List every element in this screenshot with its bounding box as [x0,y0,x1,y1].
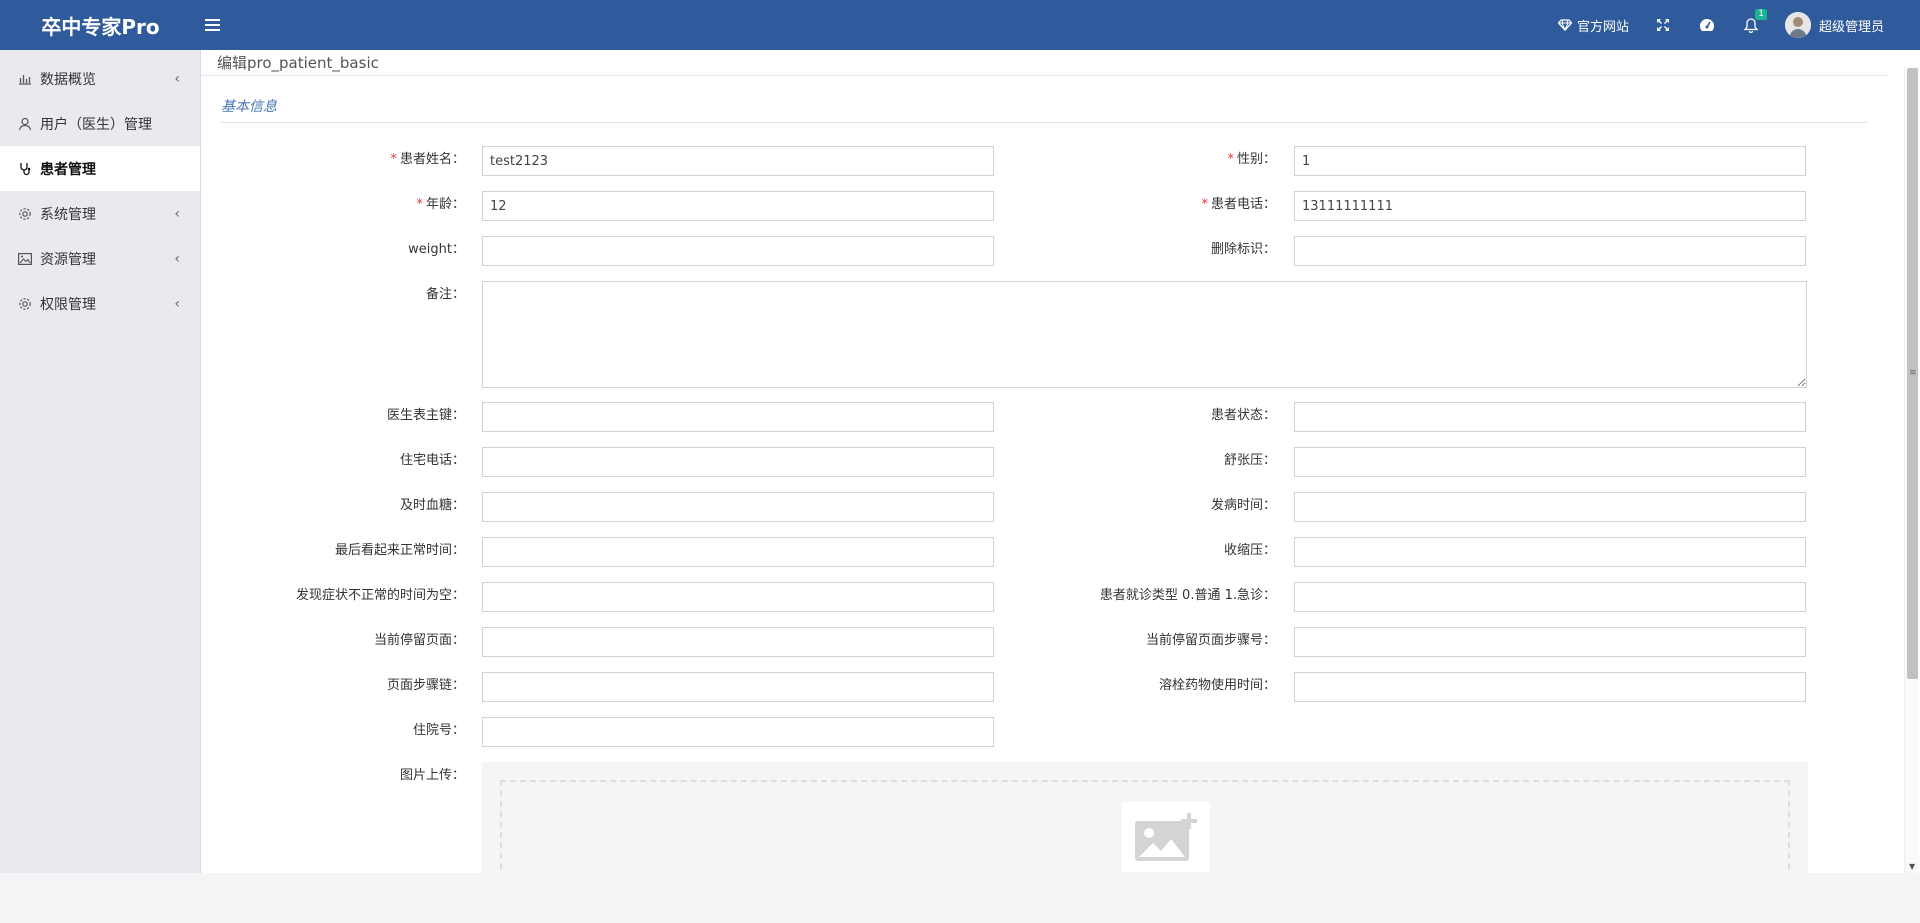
current-page-input[interactable] [482,627,994,657]
step-chain-input[interactable] [482,672,994,702]
age-input[interactable] [482,191,994,221]
diamond-icon [1557,19,1572,31]
label-systolic: 收缩压： [1223,543,1276,558]
sidebar-item-label: 数据概览 [40,71,96,88]
dashboard-gauge-icon[interactable] [1697,15,1717,35]
label-admission-no: 住院号： [412,723,465,738]
visit-type-input[interactable] [1294,582,1806,612]
label-patient-name: * 患者姓名： [390,152,465,167]
gear-icon [18,297,32,311]
sidebar: 数据概览 ‹ 用户（医生）管理 患者管理 系统管理 ‹ 资源管理 ‹ 权限管理 … [0,50,201,873]
remark-textarea[interactable] [482,281,1807,388]
symptom-time-null-input[interactable] [482,582,994,612]
page-title: 编辑pro_patient_basic [201,50,1887,76]
admission-no-input[interactable] [482,717,994,747]
systolic-input[interactable] [1294,537,1806,567]
label-step-chain: 页面步骤链： [386,678,465,693]
last-normal-time-input[interactable] [482,537,994,567]
thrombolysis-time-input[interactable] [1294,672,1806,702]
page-scrollbar[interactable]: ≡ ▼ [1887,50,1920,873]
sidebar-item-label: 用户（医生）管理 [40,116,152,133]
sidebar-item-user-management[interactable]: 用户（医生）管理 [0,101,200,146]
avatar [1784,12,1811,38]
scroll-track[interactable]: ≡ ▼ [1904,67,1919,873]
current-step-input[interactable] [1294,627,1806,657]
bar-chart-icon [18,72,32,86]
section-title: 基本信息 [221,96,1867,123]
patient-name-input[interactable] [482,146,994,176]
scroll-thumb[interactable]: ≡ [1907,68,1918,679]
image-upload-dropzone[interactable] [500,780,1790,873]
chevron-left-icon: ‹ [174,71,180,87]
onset-time-input[interactable] [1294,492,1806,522]
scroll-grip-icon: ≡ [1909,368,1917,378]
fullscreen-icon[interactable] [1653,15,1673,35]
sidebar-item-label: 系统管理 [40,206,96,223]
label-diastolic: 舒张压： [1223,453,1276,468]
chevron-left-icon: ‹ [174,251,180,267]
patient-status-input[interactable] [1294,402,1806,432]
sidebar-item-resource-management[interactable]: 资源管理 ‹ [0,236,200,281]
sidebar-item-label: 患者管理 [40,161,96,178]
sidebar-item-permission-management[interactable]: 权限管理 ‹ [0,281,200,326]
label-visit-type: 患者就诊类型 0.普通 1.急诊： [1099,588,1276,603]
label-home-phone: 住宅电话： [399,453,465,468]
required-mark: * [390,152,397,167]
sidebar-item-label: 权限管理 [40,296,96,313]
chevron-left-icon: ‹ [174,206,180,222]
label-weight: weight： [408,242,465,257]
notification-badge: 1 [1755,9,1767,20]
required-mark: * [1201,197,1208,212]
label-symptom-time-null: 发现症状不正常的时间为空： [295,588,465,603]
scroll-down-arrow-icon[interactable]: ▼ [1909,862,1915,871]
app-logo-title[interactable]: 卒中专家Pro [0,11,201,40]
delete-flag-input[interactable] [1294,236,1806,266]
chevron-left-icon: ‹ [174,296,180,312]
patient-phone-input[interactable] [1294,191,1806,221]
label-last-normal-time: 最后看起来正常时间： [334,543,465,558]
gender-input[interactable] [1294,146,1806,176]
gear-icon [18,207,32,221]
label-onset-time: 发病时间： [1210,498,1276,513]
image-upload-area[interactable] [482,762,1808,873]
stethoscope-icon [18,162,32,176]
home-phone-input[interactable] [482,447,994,477]
bottom-strip [0,873,1920,923]
label-age: * 年龄： [416,197,465,212]
user-menu[interactable]: 超级管理员 [1784,12,1884,38]
sidebar-item-label: 资源管理 [40,251,96,268]
official-site-label: 官方网站 [1576,19,1629,35]
official-site-link[interactable]: 官方网站 [1557,16,1629,35]
sidebar-item-data-overview[interactable]: 数据概览 ‹ [0,56,200,101]
sidebar-item-patient-management[interactable]: 患者管理 [0,146,200,191]
label-patient-status: 患者状态： [1210,408,1276,423]
label-blood-sugar: 及时血糖： [399,498,465,513]
top-navbar: 卒中专家Pro 官方网站 1 超级管理员 [0,0,1920,50]
required-mark: * [1227,152,1234,167]
weight-input[interactable] [482,236,994,266]
label-patient-phone: * 患者电话： [1201,197,1276,212]
label-image-upload: 图片上传： [399,768,465,783]
image-icon [18,252,32,266]
notification-bell-icon[interactable]: 1 [1741,9,1767,35]
label-current-step: 当前停留页面步骤号： [1145,633,1276,648]
sidebar-item-system-management[interactable]: 系统管理 ‹ [0,191,200,236]
blood-sugar-input[interactable] [482,492,994,522]
label-doctor-key: 医生表主键： [386,408,465,423]
label-thrombolysis-time: 溶栓药物使用时间： [1158,678,1276,693]
user-icon [18,117,32,131]
required-mark: * [416,197,423,212]
label-delete-flag: 删除标识： [1210,242,1276,257]
doctor-key-input[interactable] [482,402,994,432]
add-image-icon[interactable] [1122,802,1210,872]
main-content: 编辑pro_patient_basic 基本信息 *患者姓名： *性别： *年龄… [201,50,1887,873]
label-remark: 备注： [425,287,465,302]
menu-toggle-icon[interactable] [205,14,227,36]
user-name: 超级管理员 [1818,19,1884,35]
label-current-page: 当前停留页面： [373,633,465,648]
diastolic-input[interactable] [1294,447,1806,477]
label-gender: * 性别： [1227,152,1276,167]
